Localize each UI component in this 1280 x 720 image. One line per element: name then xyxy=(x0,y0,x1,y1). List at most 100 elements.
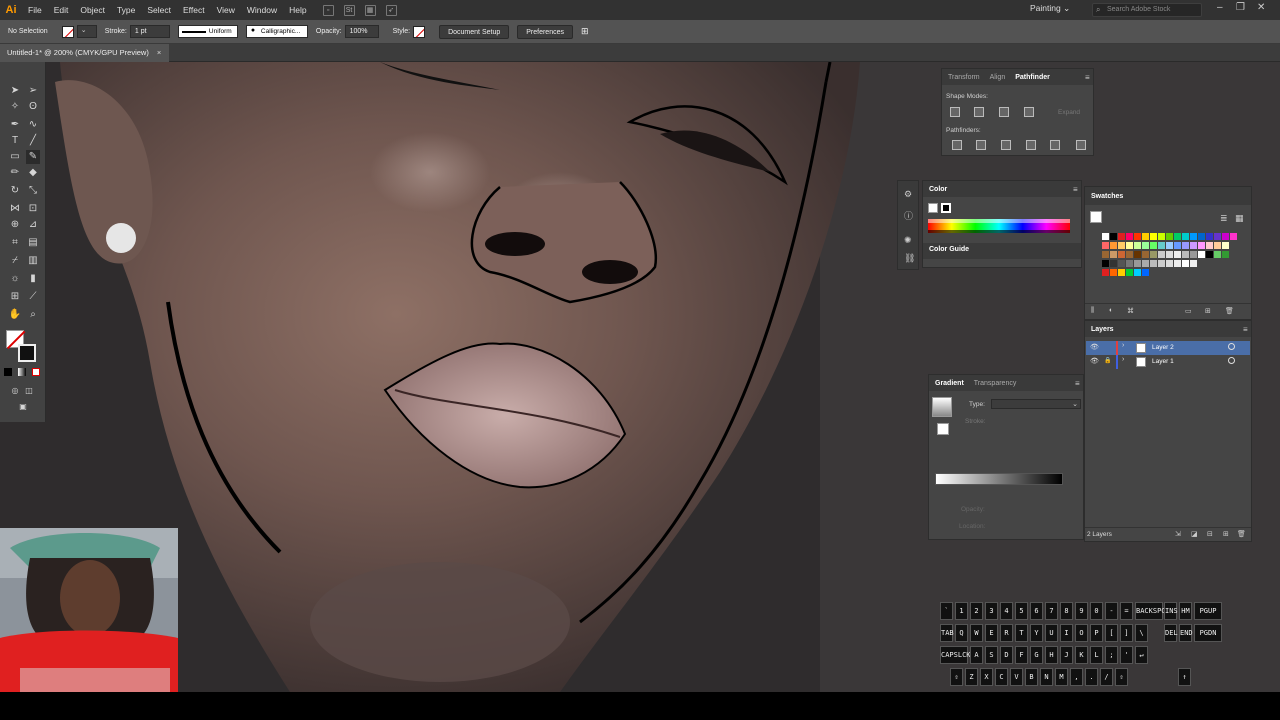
brush-definition[interactable]: Calligraphic... xyxy=(245,25,308,38)
swatch-libraries-icon[interactable]: ⫼ xyxy=(1091,307,1094,315)
swatch[interactable] xyxy=(1158,242,1165,249)
swatch[interactable] xyxy=(1190,233,1197,240)
swatch[interactable] xyxy=(1214,251,1221,258)
rectangle-tool-icon[interactable]: ▭ xyxy=(8,150,22,164)
swatch[interactable] xyxy=(1198,242,1205,249)
swatch[interactable] xyxy=(1206,233,1213,240)
list-view-icon[interactable]: ≣ xyxy=(1220,213,1228,224)
magic-wand-icon[interactable]: ✧ xyxy=(8,100,22,114)
gradient-tool-icon[interactable]: ▤ xyxy=(26,236,40,250)
swatch[interactable] xyxy=(1198,233,1205,240)
swatch[interactable] xyxy=(1166,242,1173,249)
symbol-sprayer-icon[interactable]: ☼ xyxy=(8,272,22,286)
new-swatch-icon[interactable]: ⊞ xyxy=(1205,307,1211,315)
minimize-icon[interactable]: – xyxy=(1217,2,1223,13)
menu-edit[interactable]: Edit xyxy=(48,5,75,15)
direct-selection-tool-icon[interactable]: ➢ xyxy=(26,84,40,98)
document-tab[interactable]: Untitled-1* @ 200% (CMYK/GPU Preview) × xyxy=(0,44,170,62)
divide-icon[interactable] xyxy=(952,140,962,150)
delete-swatch-icon[interactable]: 🗑 xyxy=(1225,307,1234,315)
swatch[interactable] xyxy=(1102,251,1109,258)
swatch[interactable] xyxy=(1182,233,1189,240)
trim-icon[interactable] xyxy=(976,140,986,150)
perspective-grid-icon[interactable]: ⊿ xyxy=(26,218,40,232)
swatch[interactable] xyxy=(1118,260,1125,267)
mesh-tool-icon[interactable]: ⌗ xyxy=(8,236,22,250)
swatch[interactable] xyxy=(1182,251,1189,258)
menu-file[interactable]: File xyxy=(22,5,48,15)
free-transform-icon[interactable]: ⊡ xyxy=(26,202,40,216)
swatch[interactable] xyxy=(1126,242,1133,249)
scale-tool-icon[interactable]: ⤡ xyxy=(26,184,40,198)
swatch[interactable] xyxy=(1110,251,1117,258)
lock-icon[interactable]: 🔒 xyxy=(1104,357,1111,364)
swatch[interactable] xyxy=(1126,269,1133,276)
outline-icon[interactable] xyxy=(1050,140,1060,150)
stock-icon[interactable]: St xyxy=(343,4,355,16)
curvature-tool-icon[interactable]: ∿ xyxy=(26,118,40,132)
gradient-slider[interactable] xyxy=(935,473,1063,485)
swatch[interactable] xyxy=(1150,251,1157,258)
color-mode-icon[interactable] xyxy=(4,368,12,376)
stroke-profile[interactable]: Uniform xyxy=(177,25,238,38)
swatch[interactable] xyxy=(1190,242,1197,249)
swatch[interactable] xyxy=(1214,242,1221,249)
swatch[interactable] xyxy=(1110,233,1117,240)
tab-layers[interactable]: Layers xyxy=(1091,326,1114,333)
brushes-icon[interactable]: ✺ xyxy=(904,235,912,246)
draw-normal-icon[interactable]: ◎ xyxy=(8,384,22,398)
tab-transform[interactable]: Transform xyxy=(948,74,980,81)
swatch[interactable] xyxy=(1102,233,1109,240)
swatch[interactable] xyxy=(1118,251,1125,258)
color-spectrum[interactable] xyxy=(928,219,1070,233)
swatch[interactable] xyxy=(1222,233,1229,240)
layer-name[interactable]: Layer 2 xyxy=(1152,344,1174,351)
swatch[interactable] xyxy=(1206,251,1213,258)
swatch[interactable] xyxy=(1174,242,1181,249)
draw-behind-icon[interactable]: ◫ xyxy=(22,384,36,398)
arrange-docs-icon[interactable]: ⊞ xyxy=(581,26,589,37)
appearance-icon[interactable]: ⚙ xyxy=(904,189,912,200)
artboard-tool-icon[interactable]: ⊞ xyxy=(8,290,22,304)
swatch[interactable] xyxy=(1118,233,1125,240)
screen-mode-icon[interactable]: ▣ xyxy=(16,400,30,414)
swatch[interactable] xyxy=(1134,260,1141,267)
swatch[interactable] xyxy=(1110,260,1117,267)
swatch[interactable] xyxy=(1118,242,1125,249)
merge-icon[interactable] xyxy=(1001,140,1011,150)
swatch[interactable] xyxy=(1142,260,1149,267)
swatch[interactable] xyxy=(1126,233,1133,240)
stroke-weight-field[interactable]: 1 pt xyxy=(129,25,170,38)
swatch[interactable] xyxy=(1110,269,1117,276)
swatch[interactable] xyxy=(1158,233,1165,240)
tab-gradient[interactable]: Gradient xyxy=(935,380,964,387)
eraser-tool-icon[interactable]: ◆ xyxy=(26,166,40,180)
slice-tool-icon[interactable]: ⟋ xyxy=(26,290,40,304)
locate-object-icon[interactable]: ⇲ xyxy=(1175,530,1181,538)
swatch[interactable] xyxy=(1166,260,1173,267)
restore-icon[interactable]: ❐ xyxy=(1236,2,1245,13)
visibility-eye-icon[interactable]: 👁 xyxy=(1090,343,1099,351)
swatch[interactable] xyxy=(1142,251,1149,258)
layer-row[interactable]: 👁 🔒 › Layer 1 xyxy=(1086,355,1250,369)
swatch[interactable] xyxy=(1134,269,1141,276)
links-icon[interactable]: ⛓ xyxy=(904,253,915,264)
swatch[interactable] xyxy=(1102,242,1109,249)
fill-swatch[interactable] xyxy=(61,25,74,38)
color-fill-indicator[interactable] xyxy=(928,203,938,213)
swatch[interactable] xyxy=(1190,251,1197,258)
menu-window[interactable]: Window xyxy=(241,5,283,15)
column-graph-icon[interactable]: ▮ xyxy=(26,272,40,286)
exclude-icon[interactable] xyxy=(1024,107,1034,117)
swatch[interactable] xyxy=(1182,260,1189,267)
menu-object[interactable]: Object xyxy=(74,5,111,15)
swatch[interactable] xyxy=(1134,233,1141,240)
swatch[interactable] xyxy=(1230,233,1237,240)
intersect-icon[interactable] xyxy=(999,107,1009,117)
tab-transparency[interactable]: Transparency xyxy=(974,380,1017,387)
bridge-icon[interactable]: ▫ xyxy=(322,4,334,16)
swatch[interactable] xyxy=(1150,260,1157,267)
swatch[interactable] xyxy=(1134,242,1141,249)
layer-row[interactable]: 👁 › Layer 2 xyxy=(1086,341,1250,355)
paintbrush-tool-icon[interactable]: ✎ xyxy=(26,150,40,164)
